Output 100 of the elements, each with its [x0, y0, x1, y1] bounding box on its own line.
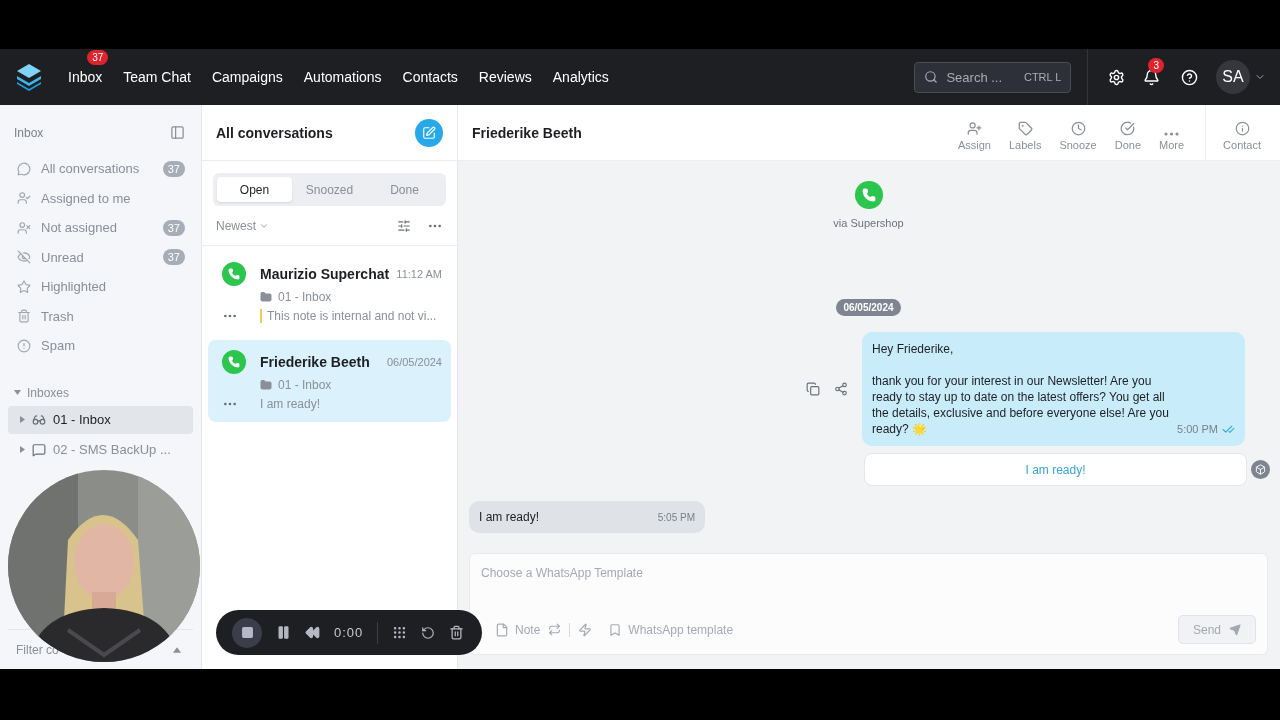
- restart-icon[interactable]: [421, 625, 436, 640]
- help-icon[interactable]: [1181, 68, 1198, 86]
- count-badge: 37: [162, 219, 185, 236]
- template-button[interactable]: WhatsApp template: [608, 622, 734, 637]
- toolbar-action[interactable]: Assign: [948, 114, 1000, 151]
- trash-icon[interactable]: [449, 625, 465, 640]
- chat-title: Friederike Beeth: [472, 124, 582, 141]
- status-tab[interactable]: Snoozed: [292, 177, 367, 202]
- nav-link[interactable]: Contacts: [402, 69, 458, 85]
- send-button[interactable]: Send: [1177, 615, 1256, 644]
- folder-icon: [260, 379, 272, 391]
- list-title: All conversations: [216, 124, 333, 141]
- contact-name: Maurizio Superchat: [260, 266, 390, 282]
- recording-time: 0:00: [334, 625, 364, 640]
- message-text: Hey Friederike, thank you for your interest in our Newsletter! Are you ready to stay up to date on the latest offers? You get all the details, exclusive and before everyone else! Are you ready? 🌟: [872, 341, 1170, 437]
- count-badge: 37: [162, 160, 185, 177]
- note-toggle[interactable]: Note: [495, 622, 541, 637]
- tag-icon: [1017, 120, 1033, 136]
- nav-link[interactable]: Analytics: [552, 69, 609, 85]
- search-field[interactable]: Search ... CTRL L: [914, 61, 1072, 93]
- user-check-icon: [17, 191, 31, 206]
- nav-link[interactable]: Reviews: [478, 69, 532, 85]
- stack-logo-icon[interactable]: [16, 62, 42, 92]
- count-badge: 37: [162, 249, 185, 266]
- message-preview: I am ready!: [260, 397, 321, 411]
- user-avatar[interactable]: SA: [1216, 60, 1250, 94]
- user-plus-icon: [966, 120, 982, 136]
- channel-label: via Supershop: [833, 217, 904, 229]
- glasses-icon: [32, 412, 46, 427]
- quick-reply-button[interactable]: I am ready!: [864, 453, 1247, 486]
- panel-toggle-icon[interactable]: [170, 125, 185, 140]
- grid-icon[interactable]: [392, 625, 408, 640]
- toolbar-action[interactable]: Labels: [1000, 114, 1051, 151]
- sidebar-item[interactable]: Trash: [8, 301, 193, 331]
- message-time: 5:05 PM: [657, 511, 695, 523]
- pen-square-icon: [422, 125, 436, 140]
- bell-icon[interactable]: [1143, 68, 1161, 86]
- toolbar-action[interactable]: Snooze: [1050, 114, 1106, 151]
- toolbar-action[interactable]: Done: [1105, 114, 1150, 151]
- count-badge: 3: [1148, 57, 1164, 73]
- date-separator: 06/05/2024: [836, 299, 901, 316]
- compose-button[interactable]: [415, 118, 443, 147]
- sidebar-title: Inbox: [14, 125, 44, 140]
- toolbar-action[interactable]: More: [1150, 114, 1194, 151]
- message-text: I am ready!: [479, 510, 540, 524]
- conversation-time: 11:12 AM: [396, 268, 442, 280]
- phone-chat-icon: [222, 262, 246, 286]
- conversation-item[interactable]: Friederike Beeth 06/05/2024 01 - Inbox I am ready!: [208, 340, 451, 422]
- status-tab[interactable]: Done: [367, 177, 442, 202]
- phone-chat-icon: [854, 181, 883, 209]
- more-icon: [1164, 131, 1180, 136]
- conversation-item[interactable]: Maurizio Superchat 11:12 AM 01 - Inbox This note is internal and not vi...: [208, 252, 451, 334]
- count-badge: 37: [87, 50, 109, 65]
- status-tab[interactable]: Open: [217, 177, 292, 202]
- share-icon[interactable]: [834, 382, 848, 396]
- sort-dropdown[interactable]: Newest: [216, 218, 269, 233]
- copy-icon[interactable]: [806, 382, 820, 396]
- settings-icon[interactable]: [1108, 68, 1126, 86]
- sidebar-item[interactable]: Not assigned 37: [8, 213, 193, 243]
- phone-chat-icon: [222, 350, 246, 374]
- cube-icon: [1251, 460, 1270, 479]
- trash-icon: [17, 309, 31, 324]
- caret-icon[interactable]: [20, 446, 25, 453]
- lightning-icon[interactable]: [578, 622, 593, 637]
- star-icon: [17, 279, 31, 294]
- pause-icon[interactable]: [276, 625, 291, 640]
- message-composer[interactable]: Choose a WhatsApp Template Note WhatsApp template Send: [469, 553, 1268, 655]
- caret-icon[interactable]: [173, 646, 181, 653]
- square-icon: [240, 626, 254, 639]
- user-x-icon: [17, 220, 31, 235]
- message-preview: This note is internal and not vi...: [260, 309, 437, 323]
- inbox-item[interactable]: 02 - SMS BackUp ...: [8, 435, 193, 464]
- stop-button[interactable]: [232, 617, 262, 648]
- caret-icon[interactable]: [14, 390, 21, 395]
- sidebar-item[interactable]: Highlighted: [8, 272, 193, 302]
- toolbar-action[interactable]: Contact: [1214, 114, 1270, 151]
- nav-link[interactable]: Team Chat: [123, 69, 191, 85]
- caret-icon[interactable]: [20, 416, 25, 423]
- section-label: Inboxes: [27, 385, 70, 400]
- message-input[interactable]: Choose a WhatsApp Template: [481, 566, 1256, 615]
- nav-link[interactable]: Campaigns: [211, 69, 283, 85]
- search-input[interactable]: Search ...: [944, 68, 1018, 86]
- clock-icon: [1070, 120, 1086, 136]
- sidebar-item[interactable]: Unread 37: [8, 242, 193, 272]
- file-icon: [495, 622, 509, 637]
- search-icon: [924, 70, 939, 84]
- sidebar-item[interactable]: Assigned to me: [8, 183, 193, 213]
- rewind-icon[interactable]: [305, 625, 320, 640]
- folder-icon: [260, 291, 272, 303]
- nav-link[interactable]: Automations: [303, 69, 382, 85]
- inbox-item[interactable]: 01 - Inbox: [8, 405, 193, 434]
- sidebar-item[interactable]: All conversations 37: [8, 154, 193, 184]
- speech-bubble-icon: [32, 442, 46, 457]
- send-icon: [1229, 623, 1241, 636]
- eye-off-icon: [17, 250, 31, 265]
- bookmark-icon: [608, 622, 623, 637]
- filter-sliders-icon[interactable]: [397, 218, 411, 233]
- sidebar-item[interactable]: Spam: [8, 331, 193, 361]
- alert-icon: [17, 338, 31, 353]
- chat-bubble-icon: [17, 161, 31, 176]
